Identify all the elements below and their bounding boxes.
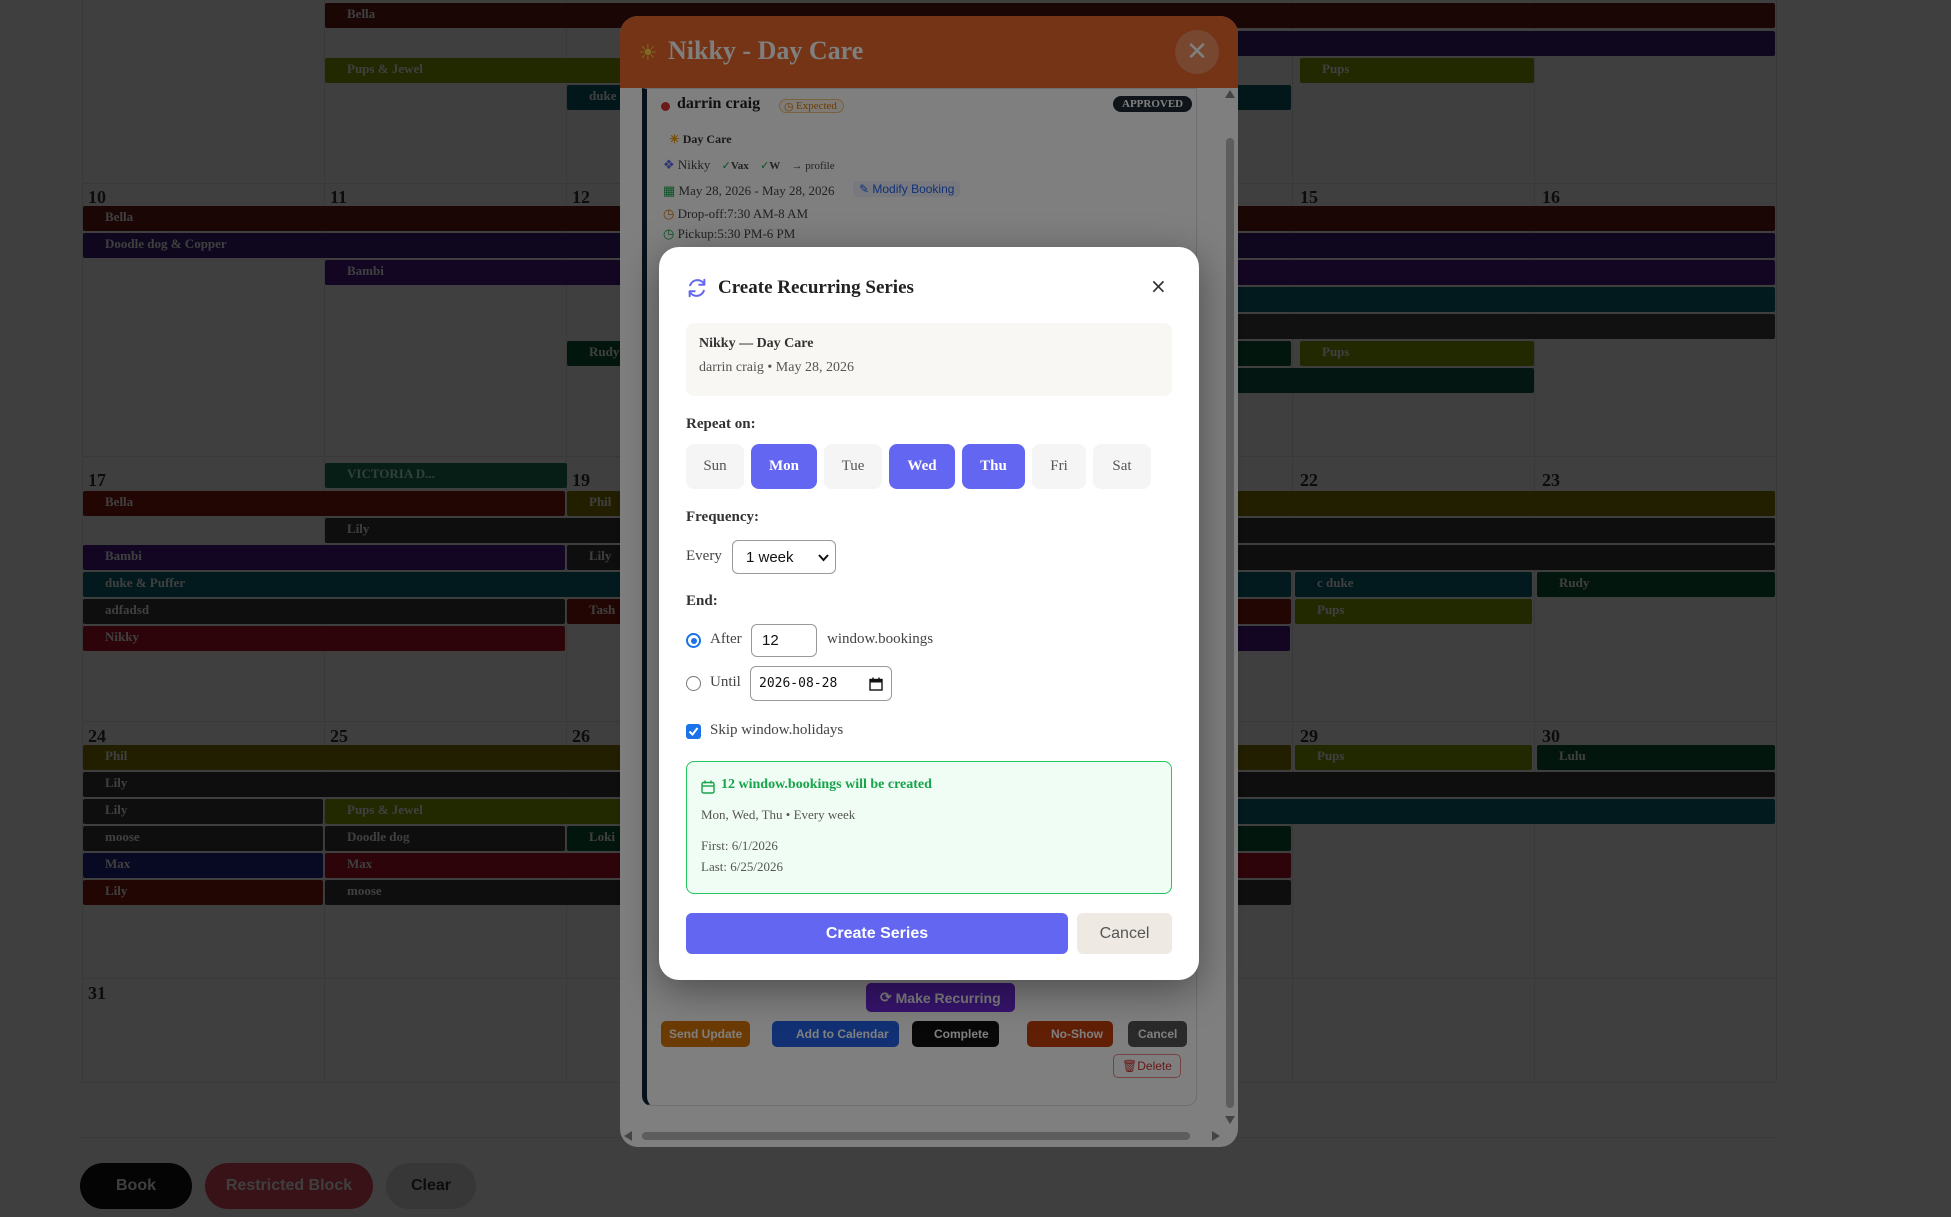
after-unit: window.bookings — [827, 631, 934, 647]
until-label: Until — [710, 674, 741, 690]
skip-holidays-checkbox[interactable] — [686, 724, 701, 739]
frequency-select[interactable]: 1 week — [732, 540, 836, 574]
preview-title: 12 window.bookings will be created — [721, 777, 932, 792]
until-date-input[interactable]: 2026-08-28 — [750, 666, 892, 701]
after-label: After — [710, 631, 742, 647]
calendar-icon — [701, 780, 715, 794]
chevron-down-icon — [818, 554, 829, 562]
end-after-radio[interactable] — [686, 633, 701, 648]
end-until-radio[interactable] — [686, 676, 701, 691]
day-toggle-wed[interactable]: Wed — [889, 444, 955, 489]
close-icon[interactable]: × — [1150, 274, 1167, 298]
booking-summary: Nikky — Day Care darrin craig • May 28, … — [686, 323, 1172, 396]
create-series-button[interactable]: Create Series — [686, 913, 1068, 954]
recurring-series-dialog: Create Recurring Series × Nikky — Day Ca… — [659, 247, 1199, 980]
every-label: Every — [686, 548, 722, 564]
day-toggle-tue[interactable]: Tue — [824, 444, 882, 489]
end-label: End: — [686, 593, 718, 609]
occurrence-count-input[interactable]: 12 — [751, 624, 817, 657]
calendar-icon[interactable] — [869, 677, 883, 691]
frequency-label: Frequency: — [686, 509, 760, 525]
repeat-label: Repeat on: — [686, 416, 756, 432]
frequency-value: 1 week — [746, 548, 794, 566]
day-toggle-sun[interactable]: Sun — [686, 444, 744, 489]
day-toggle-fri[interactable]: Fri — [1032, 444, 1086, 489]
day-toggle-sat[interactable]: Sat — [1093, 444, 1151, 489]
preview-first-date: First: 6/1/2026 — [701, 838, 778, 853]
preview-pattern: Mon, Wed, Thu • Every week — [701, 807, 856, 822]
day-toggle-mon[interactable]: Mon — [751, 444, 817, 489]
preview-last-date: Last: 6/25/2026 — [701, 859, 783, 874]
until-date-value: 2026-08-28 — [759, 676, 838, 691]
cancel-button[interactable]: Cancel — [1077, 913, 1172, 954]
day-toggle-thu[interactable]: Thu — [962, 444, 1025, 489]
checkmark-icon — [688, 727, 699, 737]
summary-title: Nikky — Day Care — [699, 336, 814, 351]
summary-subtitle: darrin craig • May 28, 2026 — [699, 360, 854, 375]
refresh-icon — [688, 278, 706, 298]
dialog-title: Create Recurring Series — [718, 277, 914, 298]
preview-box: 12 window.bookings will be created Mon, … — [686, 761, 1172, 894]
skip-holidays-label: Skip window.holidays — [710, 722, 844, 738]
